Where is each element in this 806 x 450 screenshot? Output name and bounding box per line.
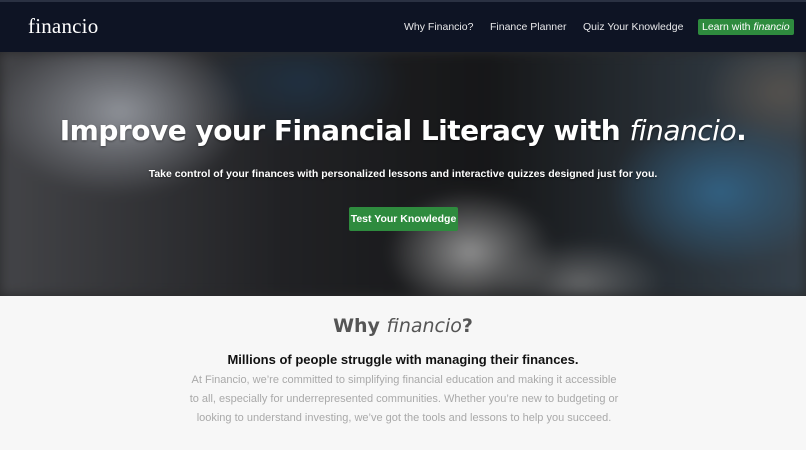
top-navbar: financio Why Financio? Finance Planner Q… bbox=[0, 0, 806, 52]
hero-title-brand: financio bbox=[629, 114, 737, 147]
why-title-suffix: ? bbox=[461, 315, 473, 337]
cta-label: Learn with bbox=[702, 21, 754, 33]
hero-title-suffix: . bbox=[736, 114, 747, 147]
hero-title: Improve your Financial Literacy with fin… bbox=[0, 114, 806, 147]
hero-subtitle: Take control of your finances with perso… bbox=[148, 168, 658, 180]
brand-logo[interactable]: financio bbox=[28, 14, 98, 39]
learn-with-financio-button[interactable]: Learn with financio bbox=[698, 19, 794, 35]
cta-emphasis: financio bbox=[753, 21, 790, 33]
why-body: At Financio, we’re committed to simplify… bbox=[189, 374, 619, 424]
why-lead: Millions of people struggle with managin… bbox=[227, 352, 579, 367]
nav-link-why-financio[interactable]: Why Financio? bbox=[404, 21, 473, 33]
nav-link-finance-planner[interactable]: Finance Planner bbox=[490, 21, 566, 33]
why-title-brand: financio bbox=[386, 315, 462, 337]
test-your-knowledge-button[interactable]: Test Your Knowledge bbox=[349, 207, 458, 231]
why-title-prefix: Why bbox=[333, 315, 387, 337]
why-title: Why financio? bbox=[0, 315, 806, 337]
hero-section: Improve your Financial Literacy with fin… bbox=[0, 52, 806, 296]
nav-link-quiz[interactable]: Quiz Your Knowledge bbox=[583, 21, 683, 33]
hero-title-text: Improve your Financial Literacy with bbox=[59, 114, 630, 147]
